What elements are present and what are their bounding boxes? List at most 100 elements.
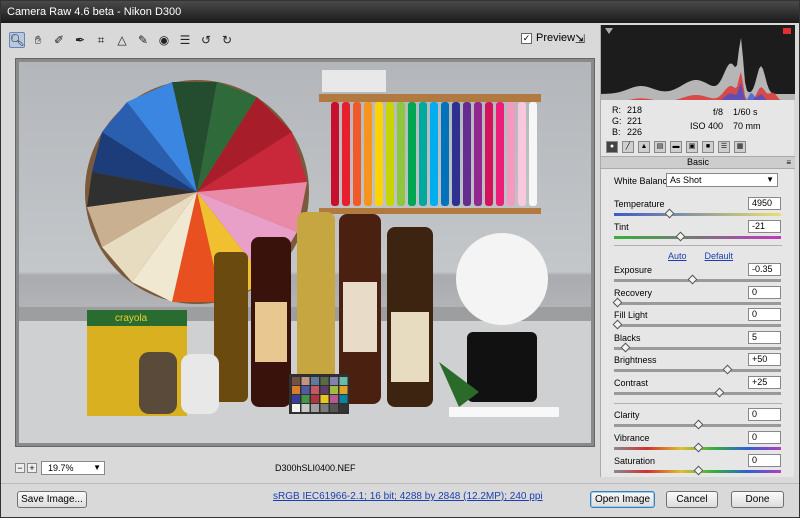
iso: ISO 400 xyxy=(689,121,723,131)
shutter-speed: 1/60 s xyxy=(733,107,758,117)
zoom-icon[interactable]: 🔍︎ xyxy=(9,32,25,48)
red-eye-icon[interactable]: ◉ xyxy=(156,32,172,48)
recovery-label: Recovery xyxy=(614,288,653,298)
tint-field[interactable]: -21 xyxy=(748,220,781,233)
workflow-options-link[interactable]: sRGB IEC61966-2.1; 16 bit; 4288 by 2848 … xyxy=(273,491,543,502)
tab-camera-calibration[interactable]: ■ xyxy=(702,141,714,153)
saturation-label: Saturation xyxy=(614,456,656,466)
rotate-right-icon[interactable]: ↻ xyxy=(219,32,235,48)
exif-info: f/8 1/60 s ISO 400 70 mm xyxy=(667,107,761,135)
aperture: f/8 xyxy=(712,107,723,117)
tab-lens[interactable]: ▣ xyxy=(686,141,698,153)
chevron-down-icon: ▼ xyxy=(766,175,774,184)
fill-light-slider-thumb[interactable] xyxy=(612,319,623,330)
tab-split-toning[interactable]: ▬ xyxy=(670,141,682,153)
tab-snapshots[interactable]: ▦ xyxy=(734,141,746,153)
panel-tabs: ● ╱ ▲ ▤ ▬ ▣ ■ ☰ ▦ xyxy=(601,139,795,155)
exposure-field[interactable]: -0.35 xyxy=(748,263,781,276)
auto-link[interactable]: Auto xyxy=(668,251,687,261)
blue-value: 226 xyxy=(626,127,642,137)
hand-icon[interactable]: ✋︎ xyxy=(30,32,46,48)
preview-label: Preview xyxy=(536,32,576,44)
white-balance-icon[interactable]: ✐ xyxy=(51,32,67,48)
zoom-select[interactable]: 19.7% ▼ xyxy=(41,461,105,475)
vibrance-field[interactable]: 0 xyxy=(748,431,781,444)
tint-label: Tint xyxy=(614,222,629,232)
preview-checkbox[interactable]: ✓ xyxy=(521,32,532,44)
saturation-field[interactable]: 0 xyxy=(748,454,781,467)
clarity-slider-thumb[interactable] xyxy=(693,419,704,430)
recovery-field[interactable]: 0 xyxy=(748,286,781,299)
color-sampler-icon[interactable]: ✒ xyxy=(72,32,88,48)
camera-raw-window: Camera Raw 4.6 beta - Nikon D300 🔍︎ ✋︎ ✐… xyxy=(0,0,800,518)
save-image-button[interactable]: Save Image... xyxy=(17,491,87,508)
highlight-clipping-icon[interactable] xyxy=(783,28,791,34)
fill-light-field[interactable]: 0 xyxy=(748,308,781,321)
panel-menu-icon[interactable]: ≡ xyxy=(786,157,791,168)
zoom-out-button[interactable]: − xyxy=(15,463,25,473)
recovery-slider-track[interactable] xyxy=(614,302,781,305)
tint-slider-thumb[interactable] xyxy=(675,231,686,242)
brightness-slider-thumb[interactable] xyxy=(722,364,733,375)
rotate-left-icon[interactable]: ↺ xyxy=(198,32,214,48)
panel-title: Basic ≡ xyxy=(601,156,795,169)
divider xyxy=(614,245,782,246)
toolbar: 🔍︎ ✋︎ ✐ ✒ ⌗ △ ✎ ◉ ☰ ↺ ↻ xyxy=(9,27,595,53)
exposure-slider-thumb[interactable] xyxy=(687,274,697,285)
blacks-label: Blacks xyxy=(614,333,641,343)
chevron-down-icon: ▼ xyxy=(93,463,101,472)
tab-tone-curve[interactable]: ╱ xyxy=(622,141,634,153)
done-button[interactable]: Done xyxy=(731,491,784,508)
image-preview-area[interactable]: crayola xyxy=(15,58,595,447)
open-image-button[interactable]: Open Image xyxy=(590,491,655,508)
contrast-slider-thumb[interactable] xyxy=(714,387,725,398)
default-link[interactable]: Default xyxy=(705,251,734,261)
histogram xyxy=(601,25,795,100)
straighten-icon[interactable]: △ xyxy=(114,32,130,48)
tab-hsl[interactable]: ▤ xyxy=(654,141,666,153)
zoom-in-button[interactable]: + xyxy=(27,463,37,473)
exposure-label: Exposure xyxy=(614,265,653,275)
blacks-slider-track[interactable] xyxy=(614,347,781,350)
focal-length: 70 mm xyxy=(733,121,761,131)
crop-icon[interactable]: ⌗ xyxy=(93,32,109,48)
shadow-clipping-icon[interactable] xyxy=(605,28,613,34)
tab-presets[interactable]: ☰ xyxy=(718,141,730,153)
fill-light-slider-track[interactable] xyxy=(614,324,781,327)
cancel-button[interactable]: Cancel xyxy=(666,491,718,508)
preferences-icon[interactable]: ☰ xyxy=(177,32,193,48)
clarity-label: Clarity xyxy=(614,410,640,420)
preview-toggle[interactable]: ✓ Preview xyxy=(521,32,575,44)
white-balance-select[interactable]: As Shot ▼ xyxy=(666,173,778,187)
fullscreen-icon[interactable]: ⇲ xyxy=(575,32,589,46)
tint-slider-track[interactable] xyxy=(614,236,781,239)
recovery-slider-thumb[interactable] xyxy=(612,297,623,308)
contrast-label: Contrast xyxy=(614,378,649,388)
retouch-icon[interactable]: ✎ xyxy=(135,32,151,48)
blacks-field[interactable]: 5 xyxy=(748,331,781,344)
saturation-slider-thumb[interactable] xyxy=(693,465,704,476)
title-bar: Camera Raw 4.6 beta - Nikon D300 xyxy=(1,1,799,23)
contrast-slider-track[interactable] xyxy=(614,392,781,395)
file-name: D300hSLI0400.NEF xyxy=(275,463,356,473)
temperature-slider-thumb[interactable] xyxy=(664,208,675,219)
zoom-value: 19.7% xyxy=(48,463,74,473)
adjustments-panel: R: 218 G: 221 B: 226 f/8 1/60 s ISO 400 70 mm… xyxy=(600,25,795,477)
status-bar: − + 19.7% ▼ D300hSLI0400.NEF xyxy=(15,461,595,479)
contrast-field[interactable]: +25 xyxy=(748,376,781,389)
photo-preview: crayola xyxy=(19,62,591,443)
blacks-slider-thumb[interactable] xyxy=(620,342,631,353)
red-value: 218 xyxy=(626,105,642,115)
temperature-slider-track[interactable] xyxy=(614,213,781,216)
vibrance-slider-thumb[interactable] xyxy=(693,442,704,453)
tab-basic[interactable]: ● xyxy=(606,141,618,153)
fill-light-label: Fill Light xyxy=(614,310,648,320)
brightness-slider-track[interactable] xyxy=(614,369,781,372)
clarity-field[interactable]: 0 xyxy=(748,408,781,421)
brightness-field[interactable]: +50 xyxy=(748,353,781,366)
temperature-field[interactable]: 4950 xyxy=(748,197,781,210)
temperature-label: Temperature xyxy=(614,199,665,209)
divider xyxy=(614,403,782,404)
tab-detail[interactable]: ▲ xyxy=(638,141,650,153)
white-balance-control: White Balance: As Shot ▼ xyxy=(614,173,784,187)
